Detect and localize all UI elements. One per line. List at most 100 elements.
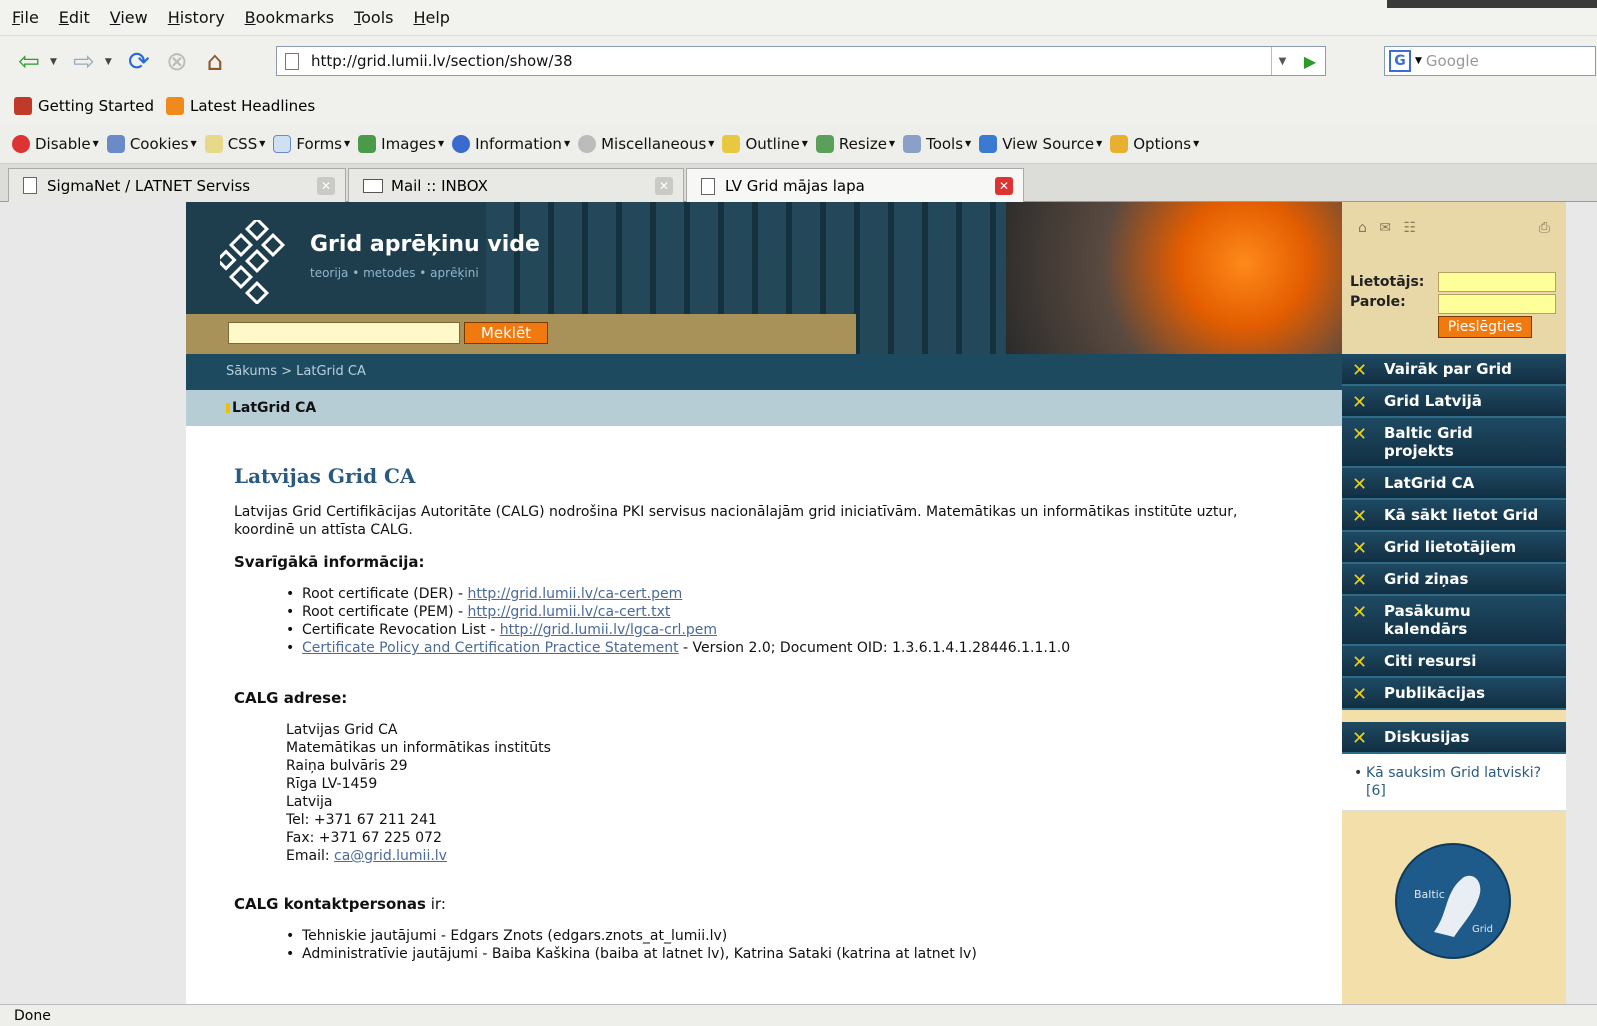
username-label: Lietotājs: <box>1350 274 1425 290</box>
sidebar-item-grid-latvija[interactable]: ✕ Grid Latvijā <box>1342 386 1566 418</box>
url-text[interactable]: http://grid.lumii.lv/section/show/38 <box>311 52 573 70</box>
dev-label: View Source <box>1002 134 1095 153</box>
tab-mail[interactable]: Mail :: INBOX ✕ <box>348 168 684 202</box>
menu-edit[interactable]: Edit <box>59 8 90 27</box>
page-icon <box>23 177 37 194</box>
menu-help[interactable]: Help <box>413 8 449 27</box>
disable-icon <box>12 134 30 153</box>
address-line: Rīga LV-1459 <box>286 776 378 792</box>
window-edge <box>1387 0 1597 8</box>
email-link[interactable]: ca@grid.lumii.lv <box>334 848 447 864</box>
address-bar[interactable]: http://grid.lumii.lv/section/show/38 ▼ ▶ <box>276 46 1326 76</box>
discussion-list: Kā sauksim Grid latviski? [6] <box>1342 754 1566 811</box>
site-title: Grid aprēķinu vide <box>310 232 540 257</box>
crl-link[interactable]: http://grid.lumii.lv/lgca-crl.pem <box>500 622 717 638</box>
site-search-input[interactable] <box>228 322 460 344</box>
bookmark-label: Latest Headlines <box>189 97 316 115</box>
dev-options[interactable]: Options ▼ <box>1110 134 1200 153</box>
bookmark-getting-started[interactable]: Getting Started <box>14 97 154 115</box>
pem-cert-link[interactable]: http://grid.lumii.lv/ca-cert.txt <box>468 604 671 620</box>
home-icon[interactable]: ⌂ <box>198 45 232 79</box>
stop-icon[interactable]: ⊗ <box>160 45 194 79</box>
grid-logo-icon[interactable] <box>220 220 294 304</box>
sidebar-item-diskusijas[interactable]: ✕ Diskusijas <box>1342 722 1566 754</box>
sidebar-item-pasakumu-kalendars[interactable]: ✕ Pasākumu kalendārs <box>1342 596 1566 646</box>
dev-label: Options <box>1133 134 1192 153</box>
images-icon <box>358 134 377 153</box>
item-text: Certificate Revocation List - <box>302 622 500 638</box>
dev-images[interactable]: Images ▼ <box>358 134 444 153</box>
dev-miscellaneous[interactable]: Miscellaneous ▼ <box>578 134 714 153</box>
sidebar-item-ka-sakt[interactable]: ✕ Kā sākt lietot Grid <box>1342 500 1566 532</box>
discussion-link[interactable]: Kā sauksim Grid latviski? [6] <box>1354 764 1556 800</box>
sidebar-item-label: Kā sākt lietot Grid <box>1384 506 1539 524</box>
sidebar-item-publikacijas[interactable]: ✕ Publikācijas <box>1342 678 1566 710</box>
forward-arrow-icon[interactable]: ⇨ <box>67 45 101 79</box>
chevron-down-icon: ▼ <box>1096 139 1103 148</box>
home-mail-sitemap-icons[interactable]: ⌂ ✉ ☷ <box>1358 220 1420 236</box>
go-arrow-icon[interactable]: ▶ <box>1299 50 1321 72</box>
dev-forms[interactable]: Forms ▼ <box>273 134 350 153</box>
forms-icon <box>273 134 292 153</box>
dev-cookies[interactable]: Cookies ▼ <box>106 134 197 153</box>
menu-bookmarks[interactable]: Bookmarks <box>245 8 334 27</box>
sidebar-item-vairak-par-grid[interactable]: ✕ Vairāk par Grid <box>1342 354 1566 386</box>
dev-css[interactable]: CSS ▼ <box>204 134 265 153</box>
sidebar-item-grid-lietotajiem[interactable]: ✕ Grid lietotājiem <box>1342 532 1566 564</box>
url-history-dropdown-icon[interactable]: ▼ <box>1271 47 1293 75</box>
sidebar-item-citi-resursi[interactable]: ✕ Citi resursi <box>1342 646 1566 678</box>
menu-file[interactable]: File <box>12 8 39 27</box>
dev-outline[interactable]: Outline ▼ <box>722 134 808 153</box>
search-engine-placeholder[interactable]: Google <box>1426 52 1479 70</box>
der-cert-link[interactable]: http://grid.lumii.lv/ca-cert.pem <box>468 586 683 602</box>
address-line: Raiņa bulvāris 29 <box>286 758 408 774</box>
sidebar-item-label: Grid Latvijā <box>1384 392 1482 410</box>
password-input[interactable] <box>1438 294 1556 314</box>
css-icon <box>204 134 223 153</box>
search-engine-dropdown-icon[interactable]: ▼ <box>1415 56 1422 66</box>
menu-tools[interactable]: Tools <box>354 8 393 27</box>
back-dropdown-icon[interactable]: ▼ <box>50 57 57 67</box>
google-icon[interactable]: G <box>1389 50 1411 72</box>
information-icon <box>452 134 471 153</box>
cps-link[interactable]: Certificate Policy and Certification Pra… <box>302 640 679 656</box>
sidebar-item-grid-zinas[interactable]: ✕ Grid ziņas <box>1342 564 1566 596</box>
tab-sigmanet[interactable]: SigmaNet / LATNET Serviss ✕ <box>8 168 346 202</box>
chevron-down-icon: ▼ <box>1193 139 1200 148</box>
dev-label: Cookies <box>129 134 189 153</box>
dev-resize[interactable]: Resize ▼ <box>815 134 895 153</box>
dev-information[interactable]: Information ▼ <box>452 134 571 153</box>
x-bullet-icon: ✕ <box>1352 424 1368 445</box>
close-tab-icon[interactable]: ✕ <box>317 177 335 195</box>
baltic-grid-logo-icon[interactable]: Baltic Grid <box>1394 842 1512 960</box>
back-arrow-icon[interactable]: ⇦ <box>12 45 46 79</box>
reload-icon[interactable]: ⟳ <box>122 45 156 79</box>
x-bullet-icon: ✕ <box>1352 652 1368 673</box>
close-tab-icon[interactable]: ✕ <box>655 177 673 195</box>
tab-lv-grid[interactable]: LV Grid mājas lapa ✕ <box>686 168 1024 203</box>
sidebar-item-label: Citi resursi <box>1384 652 1477 670</box>
page-viewport: Grid aprēķinu vide teorija • metodes • a… <box>0 202 1597 1004</box>
bookmark-latest-headlines[interactable]: Latest Headlines <box>165 97 316 115</box>
print-icon[interactable]: ⎙ <box>1539 220 1550 236</box>
dev-disable[interactable]: Disable ▼ <box>12 134 99 153</box>
sidebar-item-label: Grid lietotājiem <box>1384 538 1517 556</box>
chevron-down-icon: ▼ <box>563 139 571 148</box>
username-input[interactable] <box>1438 272 1556 292</box>
status-bar: Done <box>0 1004 1597 1026</box>
forward-dropdown-icon[interactable]: ▼ <box>105 57 112 67</box>
search-engine-box[interactable]: G ▼ Google <box>1384 46 1596 76</box>
address-line: Latvijas Grid CA <box>286 722 398 738</box>
sidebar-item-latgrid-ca[interactable]: ✕ LatGrid CA <box>1342 468 1566 500</box>
close-tab-icon[interactable]: ✕ <box>995 177 1013 195</box>
menu-view[interactable]: View <box>110 8 148 27</box>
svg-text:Grid: Grid <box>1472 924 1493 935</box>
breadcrumb[interactable]: Sākums > LatGrid CA <box>186 354 1342 390</box>
site-search-button[interactable]: Meklēt <box>464 322 548 344</box>
dev-view-source[interactable]: View Source ▼ <box>979 134 1103 153</box>
menu-history[interactable]: History <box>168 8 225 27</box>
email-label: Email: <box>286 848 335 864</box>
login-button[interactable]: Pieslēgties <box>1438 316 1532 338</box>
dev-tools[interactable]: Tools ▼ <box>903 134 971 153</box>
sidebar-item-baltic-grid[interactable]: ✕ Baltic Grid projekts <box>1342 418 1566 468</box>
